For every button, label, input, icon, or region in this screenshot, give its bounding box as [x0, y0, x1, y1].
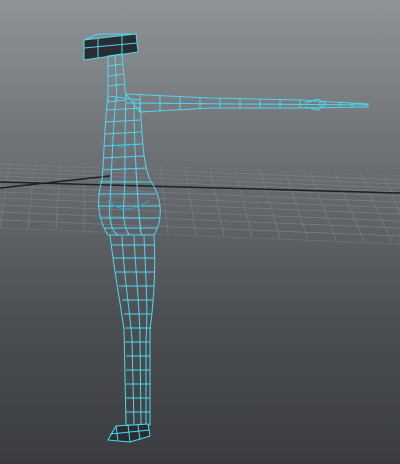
viewport-background: [0, 0, 400, 464]
viewport-canvas[interactable]: [0, 0, 400, 464]
viewport-panel[interactable]: [0, 0, 400, 464]
